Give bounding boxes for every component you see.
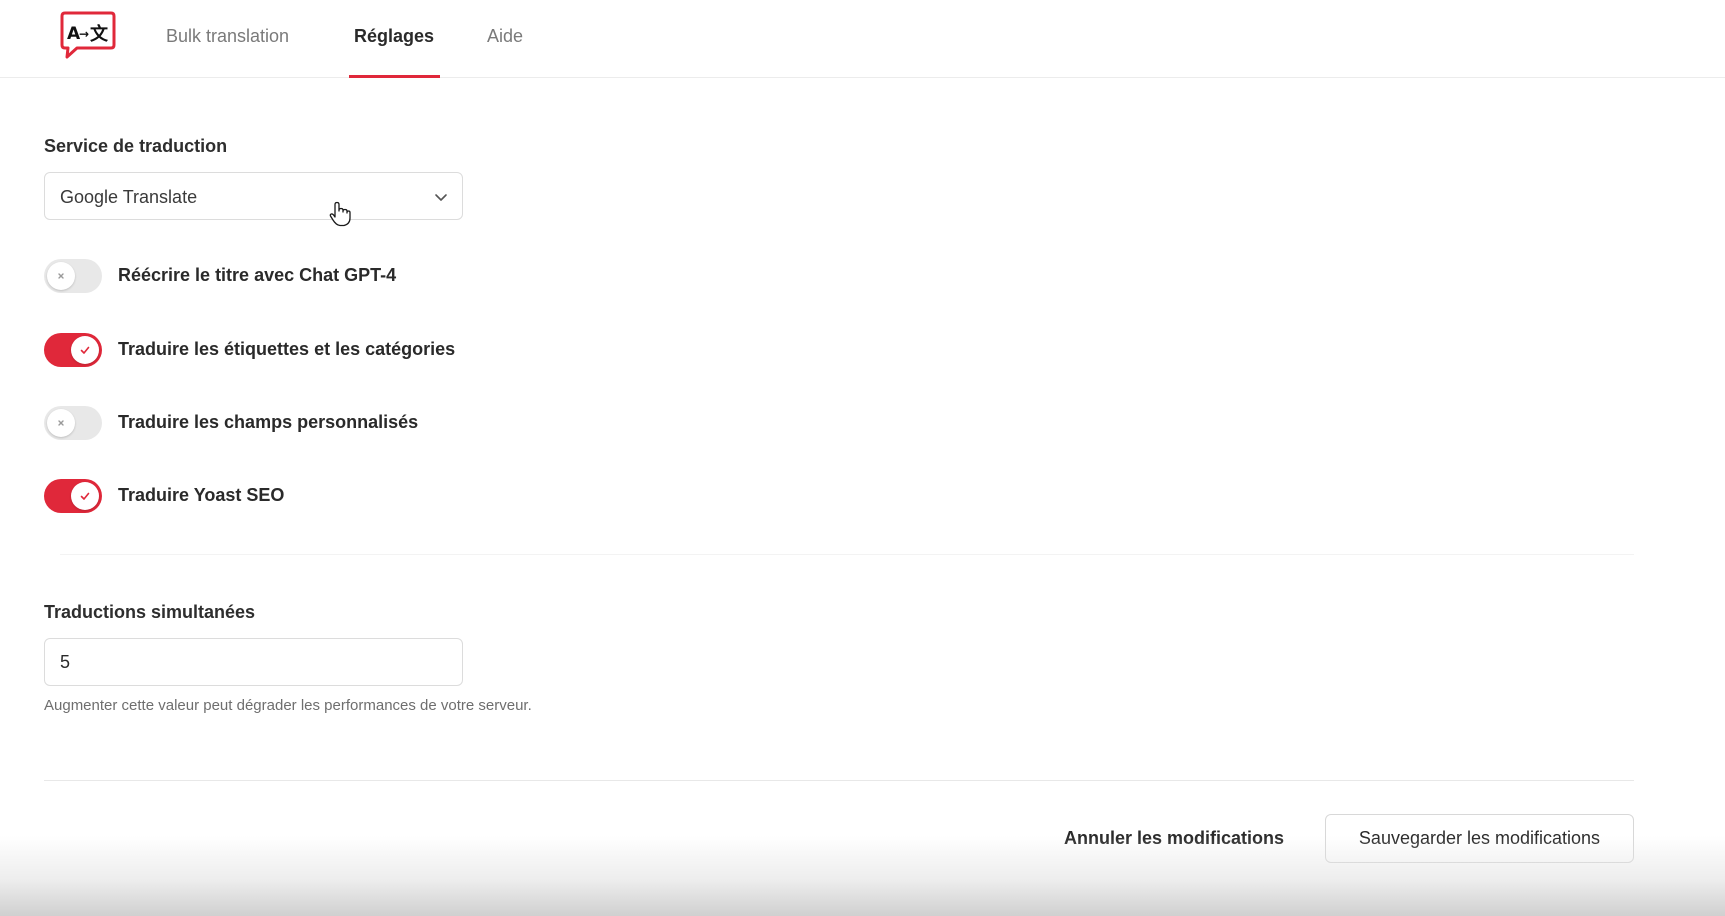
toggle-row-custom-fields: Traduire les champs personnalisés (44, 406, 644, 440)
toggle-label-rewrite-title: Réécrire le titre avec Chat GPT-4 (118, 265, 397, 285)
cancel-changes-button[interactable]: Annuler les modifications (1064, 814, 1284, 862)
toggle-custom-fields[interactable] (44, 406, 102, 440)
toggle-yoast-seo[interactable] (44, 479, 102, 513)
toggle-row-yoast-seo: Traduire Yoast SEO (44, 479, 644, 513)
toggle-label-tags-categories: Traduire les étiquettes et les catégorie… (118, 339, 456, 359)
tab-bulk-translation[interactable]: Bulk translation (166, 0, 289, 78)
tab-reglages[interactable]: Réglages (354, 0, 434, 78)
toggle-knob (47, 409, 75, 437)
service-label: Service de traduction (44, 136, 228, 156)
toggle-label-yoast-seo: Traduire Yoast SEO (118, 485, 285, 505)
service-select[interactable]: Google Translate (44, 172, 463, 220)
check-icon (80, 492, 90, 500)
footer-divider (44, 780, 1634, 781)
svg-text:文: 文 (90, 23, 109, 45)
hand-cursor-icon (329, 201, 351, 227)
toggle-rewrite-title[interactable] (44, 259, 102, 293)
toggle-label-custom-fields: Traduire les champs personnalisés (118, 412, 419, 432)
simultaneous-label: Traductions simultanées (44, 602, 256, 622)
translate-logo-icon[interactable]: A → 文 (59, 9, 117, 61)
simultaneous-translations-input[interactable] (44, 638, 463, 686)
x-icon (58, 273, 64, 279)
section-divider (60, 554, 1634, 555)
toggle-knob (71, 336, 99, 364)
active-tab-indicator (349, 75, 440, 78)
service-selected-value: Google Translate (60, 187, 198, 207)
toggle-knob (71, 482, 99, 510)
check-icon (80, 346, 90, 354)
save-changes-button[interactable]: Sauvegarder les modifications (1325, 814, 1634, 863)
toggle-tags-categories[interactable] (44, 333, 102, 367)
svg-text:→: → (79, 27, 89, 41)
simultaneous-help-text: Augmenter cette valeur peut dégrader les… (44, 697, 532, 714)
tab-aide[interactable]: Aide (487, 0, 523, 78)
toggle-row-tags-categories: Traduire les étiquettes et les catégorie… (44, 333, 644, 367)
top-nav: A → 文 Bulk translation Réglages Aide (0, 0, 1725, 78)
x-icon (58, 420, 64, 426)
chevron-down-icon (435, 194, 447, 201)
toggle-knob (47, 262, 75, 290)
toggle-row-rewrite-title: Réécrire le titre avec Chat GPT-4 (44, 259, 644, 293)
